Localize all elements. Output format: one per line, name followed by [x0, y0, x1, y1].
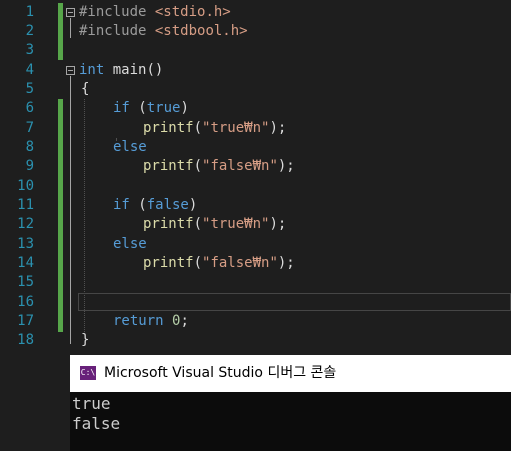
- include-header: <stdio.h>: [154, 4, 231, 20]
- keyword-if: if: [113, 197, 130, 213]
- keyword-true: true: [146, 100, 181, 116]
- close-brace: }: [81, 332, 90, 348]
- line-number-gutter: 1 2 3 4 5 6 7 8 9 10 11 12 13 14 15 16 1…: [0, 0, 36, 355]
- code-line-11[interactable]: if (false): [113, 196, 197, 215]
- console-app-icon: C:\: [80, 366, 96, 380]
- string-literal: "false₩n": [202, 158, 278, 174]
- paren-close: );: [269, 216, 287, 232]
- code-line-7[interactable]: printf("true₩n");: [143, 119, 286, 138]
- preprocessor-directive: #include: [79, 23, 147, 39]
- change-bar: [58, 3, 63, 22]
- code-line-14[interactable]: printf("false₩n");: [143, 254, 295, 273]
- line-number: 12: [17, 216, 34, 232]
- code-line-12[interactable]: printf("true₩n");: [143, 215, 286, 234]
- code-line-18[interactable]: }: [81, 331, 89, 350]
- paren-open: (: [129, 197, 147, 213]
- line-number: 1: [25, 4, 34, 20]
- line-number: 10: [17, 178, 34, 194]
- open-brace: {: [81, 81, 90, 97]
- line-number: 7: [25, 120, 34, 136]
- keyword-int: int: [79, 62, 105, 78]
- semicolon: ;: [180, 313, 189, 329]
- keyword-else: else: [113, 236, 147, 252]
- change-bar: [58, 99, 63, 332]
- paren-open: (: [193, 158, 203, 174]
- string-literal: "false₩n": [202, 255, 278, 271]
- keyword-else: else: [113, 139, 147, 155]
- function-call-printf: printf: [143, 216, 194, 232]
- paren-open: (: [193, 216, 203, 232]
- line-number: 8: [25, 139, 34, 155]
- code-line-4[interactable]: int main(): [79, 61, 163, 80]
- function-call-printf: printf: [143, 255, 194, 271]
- console-titlebar[interactable]: C:\ Microsoft Visual Studio 디버그 콘솔: [70, 355, 511, 392]
- line-number: 5: [25, 81, 34, 97]
- line-number: 14: [17, 255, 34, 271]
- paren-close: );: [269, 120, 287, 136]
- line-number: 15: [17, 274, 34, 290]
- keyword-return: return: [113, 313, 164, 329]
- line-number: 6: [25, 100, 34, 116]
- code-line-1[interactable]: #include <stdio.h>: [79, 3, 231, 22]
- paren-open: (: [193, 120, 203, 136]
- collapse-icon[interactable]: [66, 66, 75, 75]
- string-literal: "true₩n": [202, 216, 270, 232]
- console-output-line: false: [72, 414, 121, 433]
- fold-line: [70, 76, 71, 344]
- paren-close: );: [277, 158, 295, 174]
- function-call-printf: printf: [143, 120, 194, 136]
- code-editor[interactable]: 1 2 3 4 5 6 7 8 9 10 11 12 13 14 15 16 1…: [0, 0, 511, 355]
- change-bar: [58, 41, 63, 60]
- line-number: 9: [25, 158, 34, 174]
- line-number: 4: [25, 62, 34, 78]
- change-bar: [58, 22, 63, 41]
- keyword-if: if: [113, 100, 130, 116]
- code-line-8[interactable]: else: [113, 138, 147, 157]
- console-output-line: true: [72, 394, 111, 413]
- preprocessor-directive: #include: [79, 4, 147, 20]
- paren-open: (: [129, 100, 147, 116]
- line-number: 16: [17, 294, 34, 310]
- fold-line: [70, 18, 71, 38]
- function-call-printf: printf: [143, 158, 194, 174]
- paren-close: );: [277, 255, 295, 271]
- paren-open: (: [193, 255, 203, 271]
- debug-console-window[interactable]: C:\ Microsoft Visual Studio 디버그 콘솔 true …: [70, 355, 511, 451]
- include-header: <stdbool.h>: [154, 23, 248, 39]
- code-line-6[interactable]: if (true): [113, 99, 189, 118]
- collapse-icon[interactable]: [66, 8, 75, 17]
- paren-close: ): [188, 197, 198, 213]
- code-line-5[interactable]: {: [81, 80, 89, 99]
- string-literal: "true₩n": [202, 120, 270, 136]
- line-number: 3: [25, 42, 34, 58]
- code-line-9[interactable]: printf("false₩n");: [143, 157, 295, 176]
- line-number: 18: [17, 332, 34, 348]
- line-number: 11: [17, 197, 34, 213]
- parens: (): [146, 62, 164, 78]
- code-line-13[interactable]: else: [113, 235, 147, 254]
- line-number: 17: [17, 313, 34, 329]
- line-number: 2: [25, 23, 34, 39]
- function-name: main: [112, 62, 147, 78]
- console-title: Microsoft Visual Studio 디버그 콘솔: [104, 365, 337, 381]
- current-line-highlight: [78, 293, 511, 311]
- paren-close: ): [180, 100, 189, 116]
- code-line-17[interactable]: return 0;: [113, 312, 189, 331]
- line-number: 13: [17, 236, 34, 252]
- keyword-false: false: [146, 197, 189, 213]
- code-line-2[interactable]: #include <stdbool.h>: [79, 22, 248, 41]
